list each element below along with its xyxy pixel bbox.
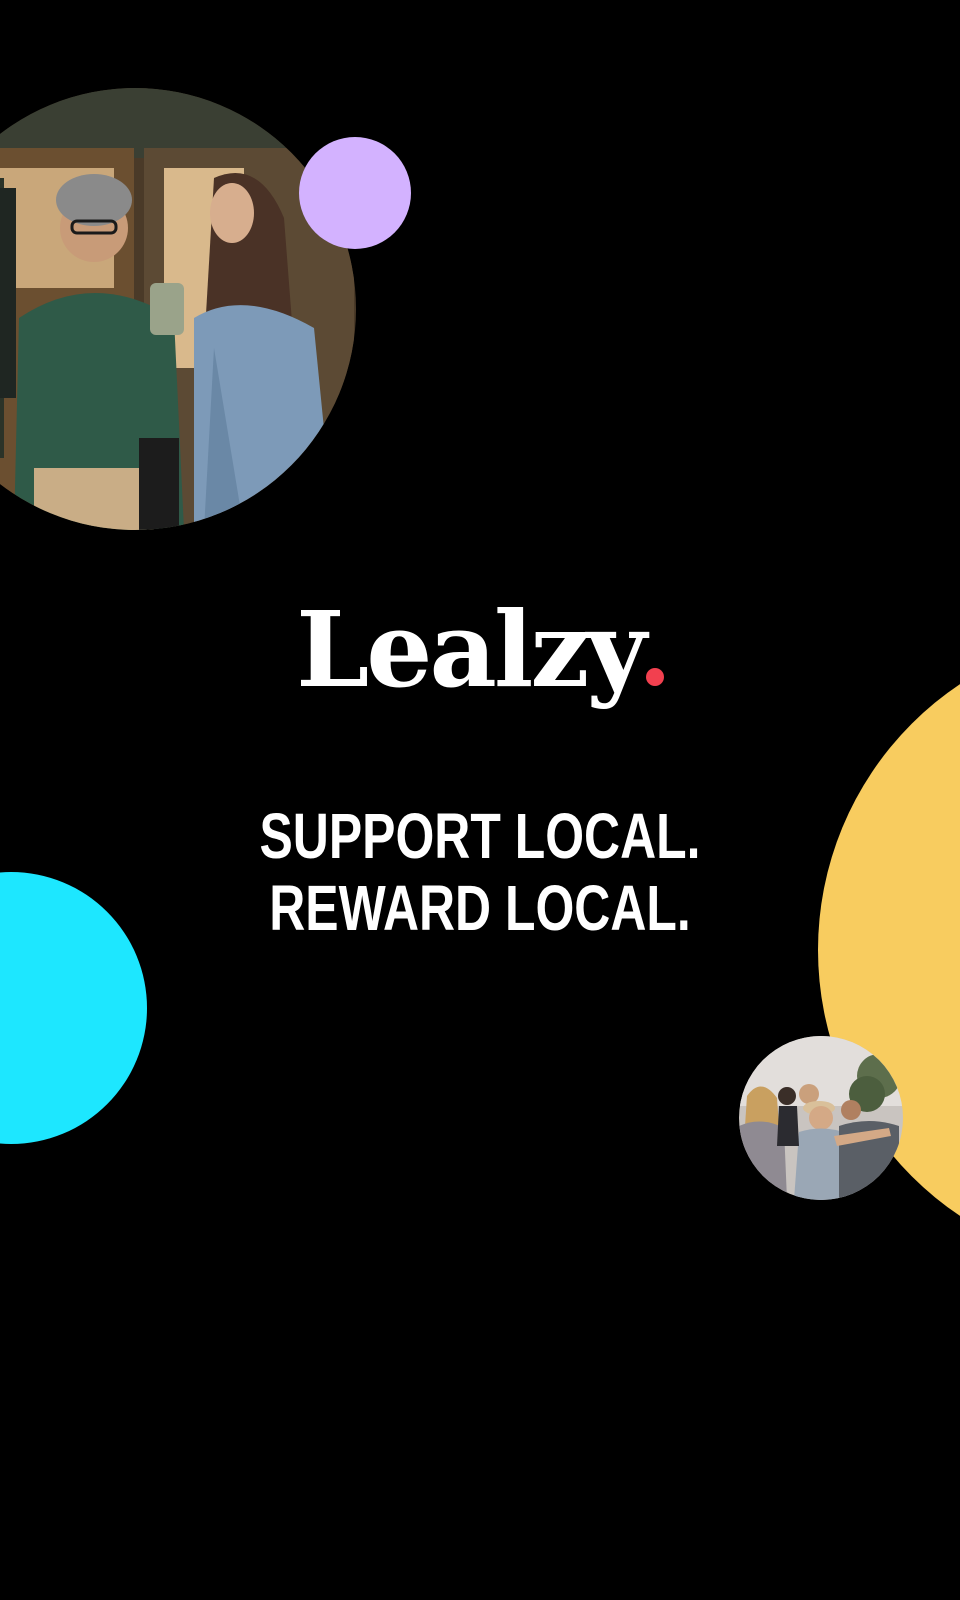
brand-logo: Lealzy <box>0 598 960 702</box>
splash-screen: Lealzy SUPPORT LOCAL. REWARD LOCAL. <box>0 0 960 1600</box>
friends-outdoors-photo <box>739 1036 903 1200</box>
brand-logo-text: Lealzy <box>296 588 647 711</box>
friends-outdoors-photo-art <box>739 1036 903 1200</box>
tagline: SUPPORT LOCAL. REWARD LOCAL. <box>106 800 855 944</box>
tagline-line-1: SUPPORT LOCAL. <box>259 800 701 872</box>
couple-cafe-photo <box>0 88 356 530</box>
couple-cafe-photo-art <box>0 88 356 530</box>
tagline-line-2: REWARD LOCAL. <box>269 872 691 944</box>
brand-logo-dot <box>645 668 664 686</box>
lavender-decor-circle <box>299 137 411 249</box>
